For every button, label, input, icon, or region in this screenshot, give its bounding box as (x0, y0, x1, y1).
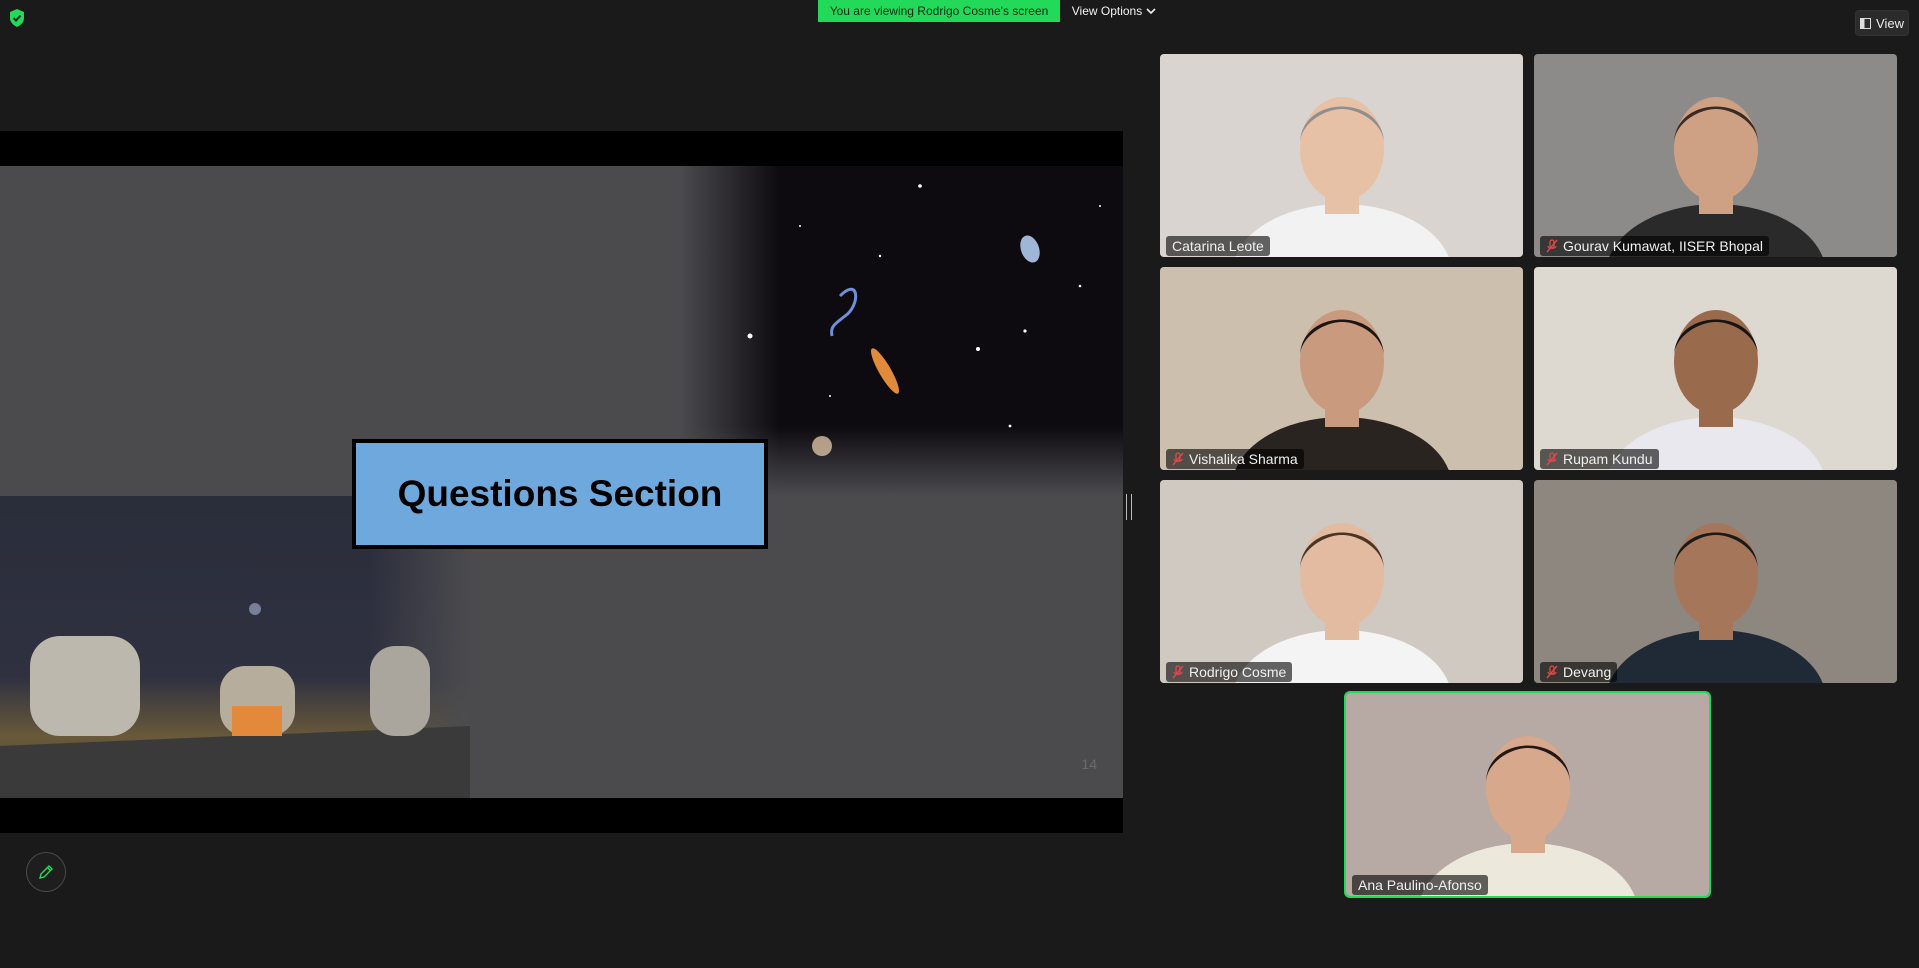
chevron-down-icon (1146, 8, 1156, 15)
meeting-window: You are viewing Rodrigo Cosme's screen V… (0, 0, 1919, 968)
layout-icon (1860, 17, 1872, 29)
participant-video (1160, 480, 1523, 683)
mic-muted-icon (1172, 665, 1184, 679)
viewing-screen-text: You are viewing Rodrigo Cosme's screen (829, 4, 1049, 18)
mic-muted-icon (1546, 665, 1558, 679)
video-tile[interactable]: Devang (1534, 480, 1897, 683)
participant-video (1160, 267, 1523, 470)
participant-name: Ana Paulino-Afonso (1358, 877, 1482, 893)
view-layout-button[interactable]: View (1855, 10, 1909, 36)
mic-muted-icon (1172, 452, 1184, 466)
participant-name-tag: Rupam Kundu (1540, 449, 1659, 469)
participant-video (1534, 480, 1897, 683)
participant-name-tag: Ana Paulino-Afonso (1352, 875, 1488, 895)
video-tile[interactable]: Rodrigo Cosme (1160, 480, 1523, 683)
participant-name: Gourav Kumawat, IISER Bhopal (1563, 238, 1763, 254)
presentation-slide: Questions Section 14 (0, 166, 1123, 798)
security-shield-icon[interactable] (8, 8, 26, 28)
video-tile[interactable]: Vishalika Sharma (1160, 267, 1523, 470)
video-tile[interactable]: Catarina Leote (1160, 54, 1523, 257)
slide-title: Questions Section (397, 473, 723, 514)
view-options-label: View Options (1071, 4, 1143, 18)
video-tile[interactable]: Gourav Kumawat, IISER Bhopal (1534, 54, 1897, 257)
slide-title-box: Questions Section (352, 439, 768, 549)
participant-video (1534, 267, 1897, 470)
participant-video (1160, 54, 1523, 257)
participant-name-tag: Devang (1540, 662, 1618, 682)
view-options-button[interactable]: View Options (1066, 0, 1162, 22)
participant-name-tag: Rodrigo Cosme (1166, 662, 1293, 682)
participant-name: Rodrigo Cosme (1189, 664, 1287, 680)
participant-name: Vishalika Sharma (1189, 451, 1298, 467)
pencil-icon (39, 865, 53, 879)
mic-muted-icon (1546, 452, 1558, 466)
participant-name: Catarina Leote (1172, 238, 1264, 254)
participant-name: Devang (1563, 664, 1612, 680)
shared-screen[interactable]: Questions Section 14 (0, 131, 1123, 833)
participant-video (1534, 54, 1897, 257)
participant-name-tag: Catarina Leote (1166, 236, 1270, 256)
slide-number: 14 (1081, 756, 1097, 772)
video-tile[interactable]: Rupam Kundu (1534, 267, 1897, 470)
mic-muted-icon (1546, 239, 1558, 253)
participant-name-tag: Vishalika Sharma (1166, 449, 1304, 469)
view-layout-label: View (1876, 15, 1904, 31)
participant-name-tag: Gourav Kumawat, IISER Bhopal (1540, 236, 1769, 256)
participant-name: Rupam Kundu (1563, 451, 1653, 467)
participant-video (1346, 693, 1709, 896)
resize-divider-handle[interactable] (1126, 494, 1132, 520)
video-tile[interactable]: Ana Paulino-Afonso (1344, 691, 1711, 898)
annotate-button[interactable] (26, 852, 66, 892)
viewing-screen-banner: You are viewing Rodrigo Cosme's screen (818, 0, 1060, 22)
